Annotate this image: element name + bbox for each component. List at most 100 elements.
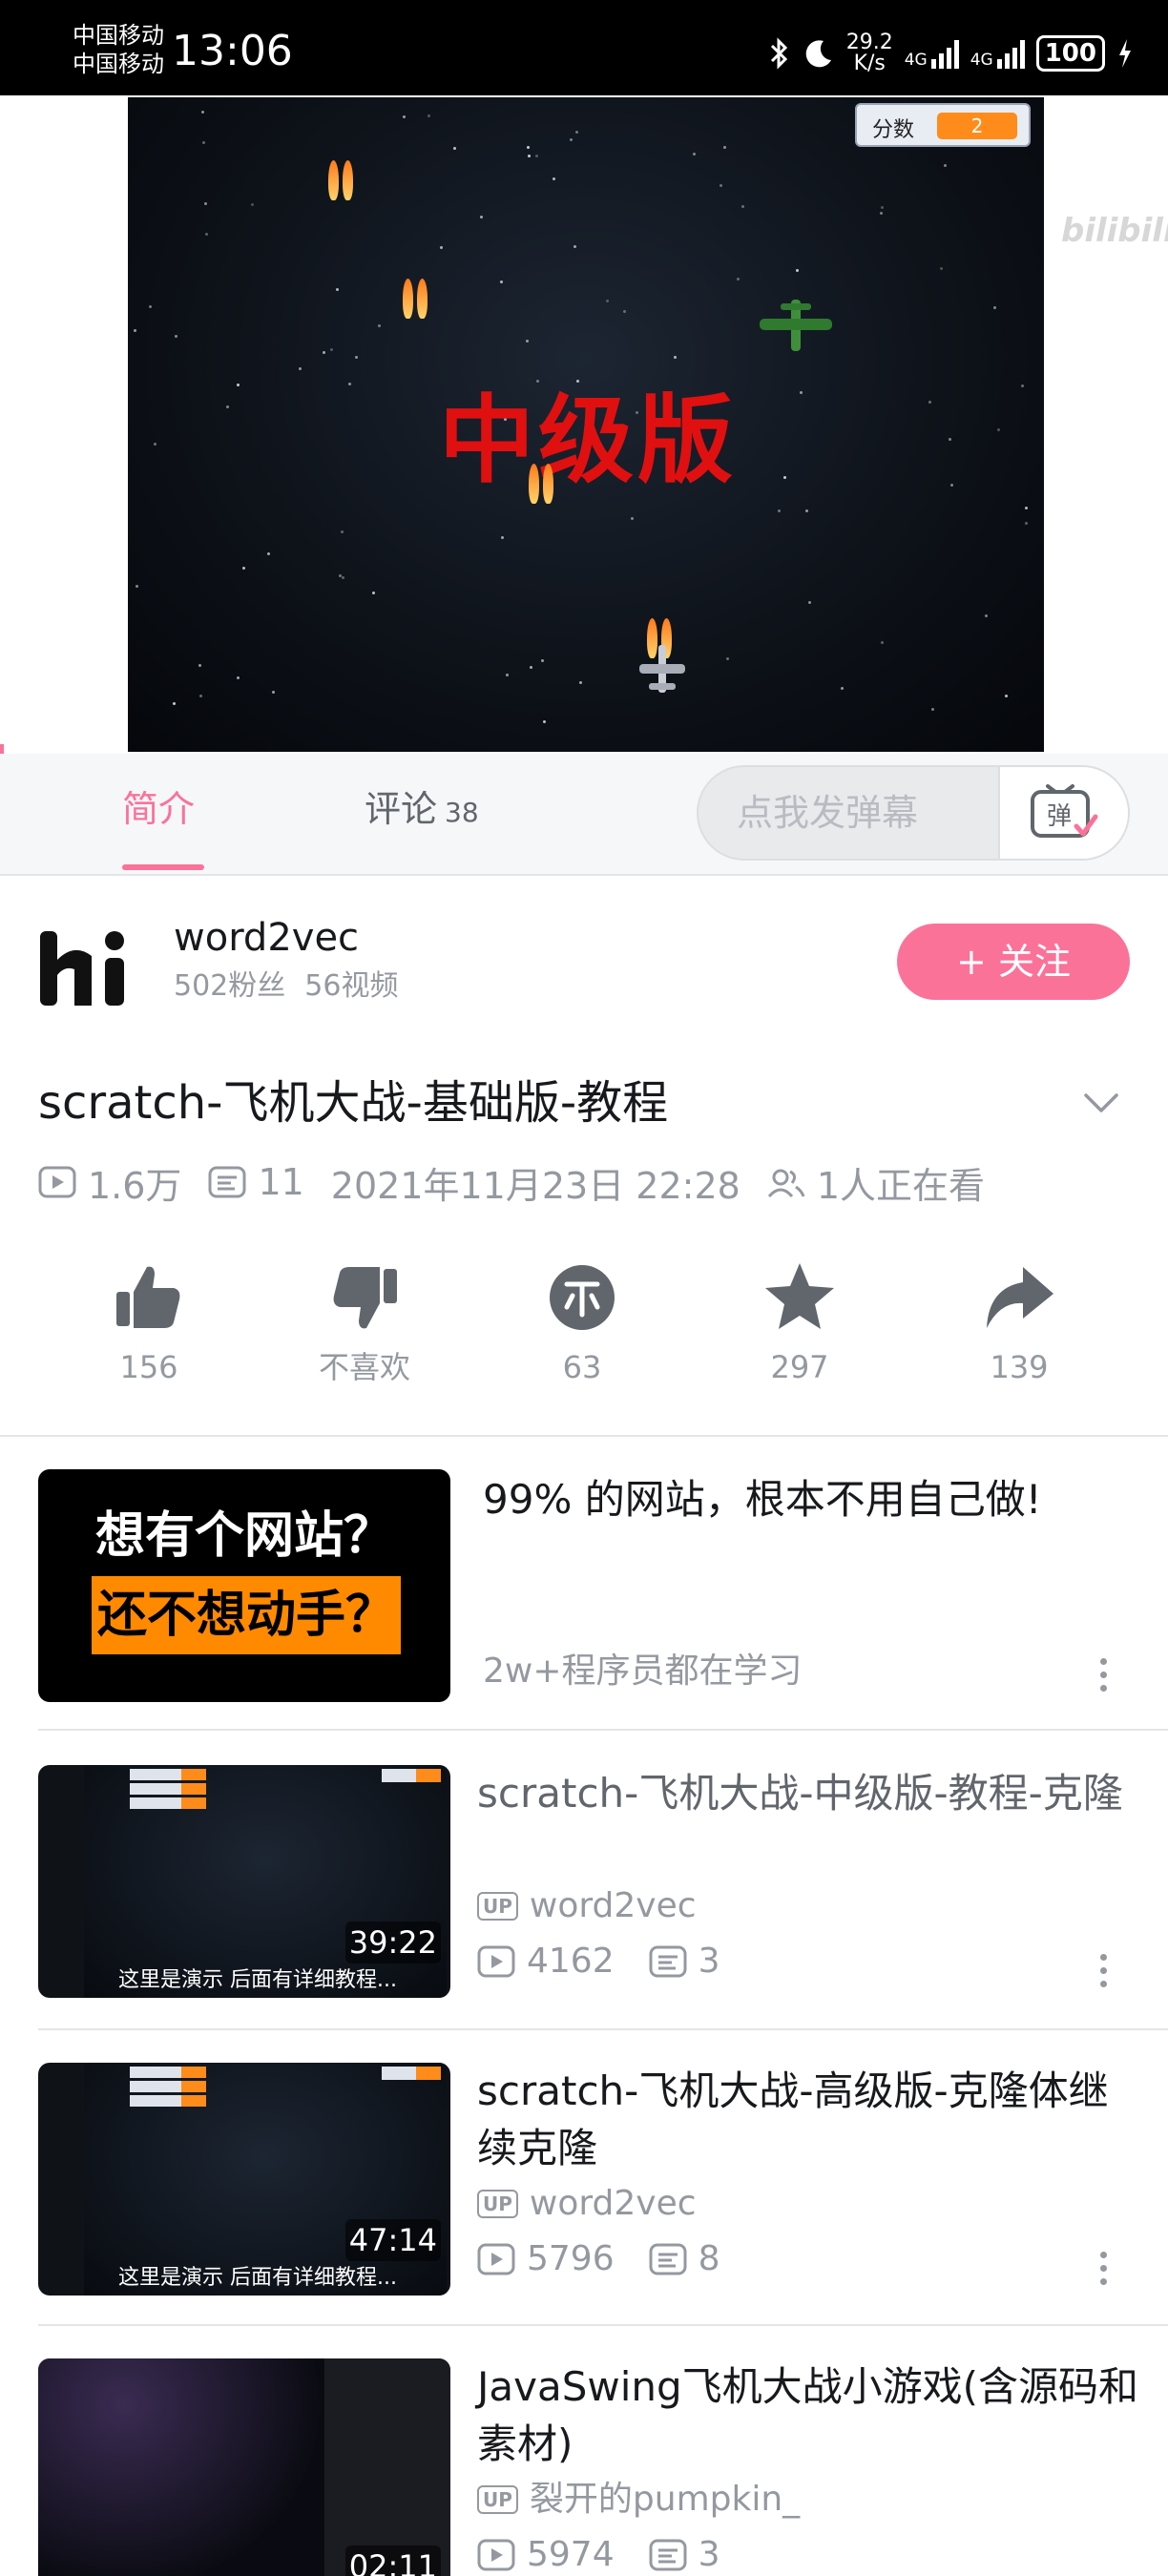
background-star [579, 681, 582, 684]
background-star [527, 146, 530, 149]
ad-card[interactable]: 想有个网站？ 还不想动手？ 99% 的网站，根本不用自己做! 2w+程序员都在学… [38, 1469, 1168, 1702]
related-danmaku-count: 3 [698, 2535, 720, 2574]
uploader-name[interactable]: word2vec [174, 914, 359, 962]
background-star [341, 530, 344, 533]
ad-image-line2: 还不想动手？ [92, 1576, 401, 1654]
section-divider [0, 1435, 1168, 1437]
related-view-count: 4162 [527, 1942, 615, 1981]
status-bar: 中国移动 中国移动 13:06 29.2 K/s 4G 4G 100 [0, 0, 1168, 95]
chevron-down-icon[interactable] [1080, 1082, 1122, 1124]
publish-date: 2021年11月23日 22:28 [330, 1164, 740, 1207]
related-video-title[interactable]: scratch-飞机大战-高级版-克隆体继续克隆 [477, 2063, 1145, 2177]
danmaku-toggle-button[interactable]: 弹 [998, 767, 1128, 859]
related-uploader[interactable]: UP 裂开的pumpkin_ [477, 2477, 800, 2523]
background-star [501, 536, 504, 539]
background-star [674, 356, 677, 359]
background-star [783, 476, 786, 479]
more-options-icon[interactable] [1097, 2250, 1109, 2288]
signal-bars-icon [930, 38, 959, 69]
up-badge: UP [477, 1892, 518, 1921]
like-button[interactable]: 156 [63, 1259, 235, 1387]
background-star [530, 666, 532, 669]
background-star [693, 153, 696, 156]
background-star [1025, 522, 1028, 525]
related-video-title[interactable]: JavaSwing飞机大战小游戏(含源码和素材) [477, 2358, 1145, 2473]
uploader-section: word2vec 502粉丝 56视频 + 关注 [0, 876, 1168, 1076]
background-star [205, 233, 208, 236]
share-button[interactable]: 139 [933, 1259, 1105, 1387]
background-star [272, 691, 275, 694]
background-star [880, 212, 883, 215]
network-type-2: 4G [970, 51, 993, 70]
related-uploader[interactable]: UP word2vec [477, 1883, 697, 1929]
bullet-sprite [328, 156, 353, 200]
background-star [928, 401, 931, 404]
related-video-title[interactable]: scratch-飞机大战-中级版-教程-克隆 [477, 1765, 1145, 1822]
related-uploader-name: 裂开的pumpkin_ [529, 2480, 801, 2519]
carrier-info: 中国移动 中国移动 [73, 21, 164, 78]
more-options-icon[interactable] [1097, 1656, 1109, 1694]
clock: 13:06 [172, 27, 293, 75]
background-star [251, 203, 254, 206]
background-star [506, 674, 509, 676]
background-star [1025, 507, 1028, 509]
related-video-item[interactable]: 这里是演示 后面有详细教程... 47:14 scratch-飞机大战-高级版-… [38, 2063, 1168, 2296]
favorite-button[interactable]: 297 [714, 1259, 886, 1387]
background-star [800, 391, 803, 394]
ad-image[interactable]: 想有个网站？ 还不想动手？ [38, 1469, 450, 1702]
background-star [570, 138, 573, 141]
background-star [267, 552, 270, 555]
ad-title[interactable]: 99% 的网站，根本不用自己做! [483, 1473, 1042, 1527]
background-star [198, 664, 201, 667]
video-thumbnail[interactable]: 02:11 [38, 2358, 450, 2576]
signal-2: 4G [970, 38, 1025, 69]
tab-intro[interactable]: 简介 [122, 786, 195, 832]
background-star [440, 246, 443, 249]
background-star [202, 141, 205, 144]
follow-button[interactable]: + 关注 [897, 924, 1130, 1000]
background-star [723, 146, 726, 149]
related-video-item[interactable]: 这里是演示 后面有详细教程... 39:22 scratch-飞机大战-中级版-… [38, 1765, 1168, 1998]
watching-people-icon [767, 1169, 805, 1198]
related-danmaku-count: 8 [698, 2239, 720, 2278]
danmaku-count-icon [208, 1166, 246, 1198]
background-star [199, 695, 202, 697]
enemy-plane-sprite [760, 300, 832, 351]
share-arrow-icon [987, 1267, 1053, 1328]
video-thumbnail[interactable]: 这里是演示 后面有详细教程... 39:22 [38, 1765, 450, 1998]
score-label: 分数 [872, 118, 915, 142]
bluetooth-icon [770, 37, 787, 70]
video-frame[interactable]: 分数 2 中级版 [128, 97, 1044, 752]
player-plane-sprite [639, 645, 685, 693]
related-view-count: 5796 [527, 2239, 615, 2278]
play-count-icon [477, 1945, 515, 1978]
related-uploader-name: word2vec [529, 2184, 697, 2223]
avatar[interactable] [36, 916, 136, 1015]
video-player[interactable]: 分数 2 中级版 bilibili [0, 95, 1168, 754]
related-view-count: 5974 [527, 2535, 615, 2574]
carrier-1: 中国移动 [73, 22, 164, 49]
background-star [576, 380, 579, 383]
dislike-button[interactable]: 不喜欢 [279, 1259, 450, 1387]
tab-comments[interactable]: 评论 38 [365, 786, 479, 836]
background-star [500, 280, 503, 283]
thumbnail-hud [130, 2067, 206, 2109]
related-uploader[interactable]: UP word2vec [477, 2181, 697, 2227]
coin-count: 63 [562, 1349, 602, 1385]
background-star [204, 202, 207, 205]
video-duration: 47:14 [344, 2219, 441, 2261]
star-icon [765, 1263, 834, 1329]
level-overlay-text: 中级版 [439, 384, 737, 496]
more-options-icon[interactable] [1097, 1952, 1109, 1990]
score-box: 分数 2 [855, 103, 1031, 147]
video-title: scratch-飞机大战-基础版-教程 [38, 1076, 669, 1130]
score-value: 2 [937, 113, 1017, 139]
charging-icon [1119, 39, 1131, 68]
coin-button[interactable]: 63 [496, 1259, 668, 1387]
related-video-item[interactable]: 02:11 JavaSwing飞机大战小游戏(含源码和素材) UP 裂开的pump… [38, 2358, 1168, 2576]
favorite-count: 297 [770, 1349, 829, 1385]
danmaku-input[interactable]: 点我发弹幕 [737, 790, 918, 836]
list-divider [38, 2028, 1168, 2030]
video-thumbnail[interactable]: 这里是演示 后面有详细教程... 47:14 [38, 2063, 450, 2296]
background-star [242, 567, 245, 570]
